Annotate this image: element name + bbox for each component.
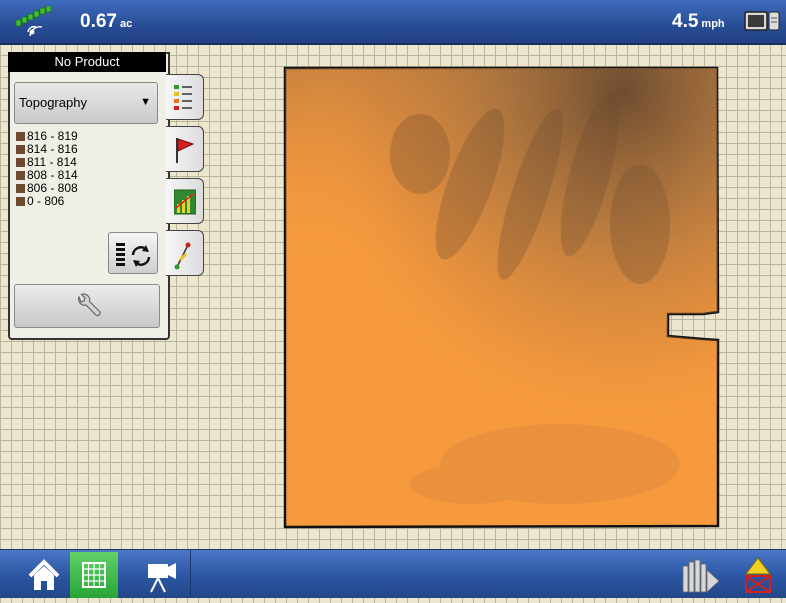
legend-swatch bbox=[16, 184, 25, 193]
camera-icon bbox=[148, 563, 176, 593]
bar-divider bbox=[190, 550, 191, 598]
speed-value: 4.5 bbox=[672, 11, 699, 32]
camera-button[interactable] bbox=[138, 552, 186, 598]
legend-label: 0 - 806 bbox=[27, 194, 65, 208]
chevron-down-icon: ▼ bbox=[140, 96, 151, 108]
legend-swatch bbox=[16, 132, 25, 141]
layer-dropdown[interactable]: Topography ▼ bbox=[14, 82, 158, 124]
home-button[interactable] bbox=[20, 552, 68, 598]
legend-label: 814 - 816 bbox=[27, 142, 78, 156]
map-view-button[interactable] bbox=[70, 552, 118, 598]
topography-legend: 816 - 819 814 - 816 811 - 814 808 - 814 … bbox=[16, 130, 78, 208]
section-control-button[interactable] bbox=[676, 552, 724, 598]
legend-tab[interactable] bbox=[166, 74, 204, 120]
flag-icon bbox=[176, 138, 194, 163]
warning-icon bbox=[745, 557, 771, 593]
bottom-navigation-bar bbox=[0, 549, 786, 598]
guidance-tab[interactable] bbox=[166, 230, 204, 276]
area-value: 0.67 bbox=[80, 11, 117, 32]
legend-refresh-button[interactable] bbox=[108, 232, 158, 274]
legend-swatch bbox=[16, 158, 25, 167]
chart-tab[interactable] bbox=[166, 178, 204, 224]
legend-label: 808 - 814 bbox=[27, 168, 78, 182]
section-control-icon bbox=[682, 559, 720, 593]
legend-label: 811 - 814 bbox=[27, 155, 77, 169]
speed-unit: mph bbox=[701, 18, 725, 30]
topography-shading bbox=[285, 68, 718, 527]
wrench-icon bbox=[78, 293, 101, 317]
guidance-pin-icon bbox=[174, 242, 191, 270]
map-grid-icon bbox=[82, 562, 106, 588]
legend-refresh-icon bbox=[116, 243, 151, 267]
product-label[interactable]: No Product bbox=[8, 52, 166, 72]
area-readout: 0.67 ac bbox=[80, 11, 132, 33]
legend-label: 806 - 808 bbox=[27, 181, 78, 195]
speed-readout: 4.5 mph bbox=[672, 11, 725, 33]
area-unit: ac bbox=[119, 18, 133, 30]
display-screen-icon[interactable] bbox=[744, 10, 780, 34]
bar-chart-icon bbox=[174, 189, 196, 215]
legend-swatch bbox=[16, 171, 25, 180]
flag-tab[interactable] bbox=[166, 126, 204, 172]
legend-swatch bbox=[16, 197, 25, 206]
gps-satellite-icon[interactable] bbox=[14, 6, 58, 38]
settings-button[interactable] bbox=[14, 284, 160, 328]
home-icon bbox=[28, 559, 60, 590]
master-switch-button[interactable] bbox=[734, 552, 782, 598]
layer-dropdown-value: Topography bbox=[19, 95, 87, 110]
legend-list-icon bbox=[174, 85, 192, 110]
legend-label: 816 - 819 bbox=[27, 129, 78, 143]
legend-swatch bbox=[16, 145, 25, 154]
legend-item: 0 - 806 bbox=[16, 195, 78, 208]
top-status-bar: 0.67 ac 4.5 mph bbox=[0, 0, 786, 45]
